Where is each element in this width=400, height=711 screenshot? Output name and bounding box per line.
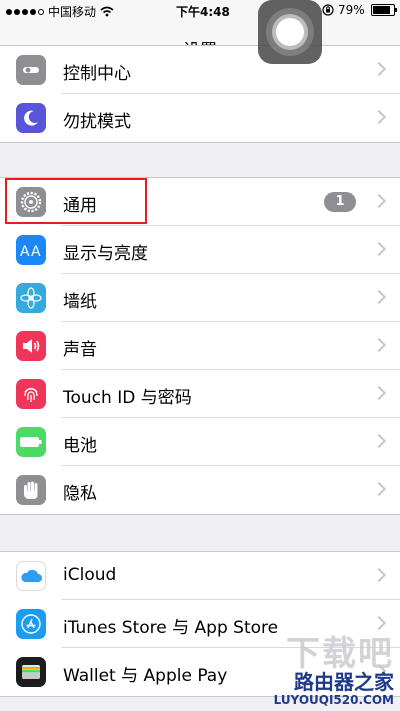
hand-icon: [16, 475, 46, 505]
chevron-right-icon: [371, 241, 387, 257]
settings-item-wallpaper[interactable]: 墙纸: [0, 274, 400, 322]
watermark-logo-text: 下载吧: [286, 635, 394, 673]
chevron-right-icon: [371, 289, 387, 305]
status-time: 下午4:48: [176, 5, 230, 19]
chevron-right-icon: [371, 481, 387, 497]
orientation-lock-icon: [322, 4, 334, 16]
chevron-right-icon: [371, 385, 387, 401]
watermark-url: LUYOUQI520.COM: [273, 693, 394, 707]
signal-strength-icon: [6, 8, 44, 15]
carrier-name: 中国移动: [48, 5, 97, 19]
display-brightness-icon: AA: [16, 235, 46, 265]
watermark-site-name: 路由器之家: [294, 670, 394, 694]
update-count-badge: 1: [324, 192, 356, 212]
battery-percent: 79%: [338, 3, 365, 17]
assistive-touch-button[interactable]: [258, 0, 322, 64]
battery-status-icon: [370, 4, 397, 16]
chevron-right-icon: [371, 61, 387, 77]
settings-item-icloud[interactable]: iCloud: [0, 552, 400, 600]
control-center-icon: [16, 55, 46, 85]
settings-item-control-center[interactable]: 控制中心: [0, 46, 400, 94]
settings-item-do-not-disturb[interactable]: 勿扰模式: [0, 94, 400, 142]
settings-item-privacy[interactable]: 隐私: [0, 466, 400, 514]
settings-item-label: 显示与亮度: [63, 244, 148, 264]
settings-item-label: 控制中心: [63, 64, 131, 84]
settings-item-label: Touch ID 与密码: [63, 388, 192, 408]
settings-item-label: iCloud: [63, 565, 117, 585]
settings-item-label: 勿扰模式: [63, 112, 131, 132]
chevron-right-icon: [371, 109, 387, 125]
svg-text:A: A: [31, 244, 41, 259]
settings-item-label: 声音: [63, 340, 97, 360]
settings-item-sounds[interactable]: 声音: [0, 322, 400, 370]
settings-group-1: 控制中心 勿扰模式: [0, 45, 400, 143]
fingerprint-icon: [16, 379, 46, 409]
moon-icon: [16, 103, 46, 133]
wifi-icon: [100, 6, 114, 17]
highlight-box: [5, 178, 147, 224]
wallpaper-flower-icon: [16, 283, 46, 313]
settings-item-touch-id-passcode[interactable]: Touch ID 与密码: [0, 370, 400, 418]
wallet-icon: [16, 657, 46, 687]
settings-item-display-brightness[interactable]: AA 显示与亮度: [0, 226, 400, 274]
watermark: 下载吧 路由器之家 LUYOUQI520.COM: [274, 637, 394, 707]
settings-item-label: 隐私: [63, 484, 97, 504]
app-store-icon: [16, 609, 46, 639]
chevron-right-icon: [371, 567, 387, 583]
icloud-icon: [16, 561, 46, 591]
chevron-right-icon: [371, 337, 387, 353]
settings-item-label: Wallet 与 Apple Pay: [63, 666, 228, 686]
settings-item-label: 墙纸: [63, 292, 97, 312]
chevron-right-icon: [371, 433, 387, 449]
battery-icon: [16, 427, 46, 457]
chevron-right-icon: [371, 193, 387, 209]
chevron-right-icon: [371, 615, 387, 631]
settings-item-label: iTunes Store 与 App Store: [63, 618, 279, 638]
settings-group-2: 通用 1 AA 显示与亮度 墙纸 声音 Touch ID 与密码 电池 隐私: [0, 177, 400, 515]
status-bar: 中国移动 下午4:48 79%: [0, 0, 400, 22]
speaker-icon: [16, 331, 46, 361]
settings-item-label: 电池: [63, 436, 97, 456]
settings-item-battery[interactable]: 电池: [0, 418, 400, 466]
svg-text:A: A: [20, 244, 30, 259]
